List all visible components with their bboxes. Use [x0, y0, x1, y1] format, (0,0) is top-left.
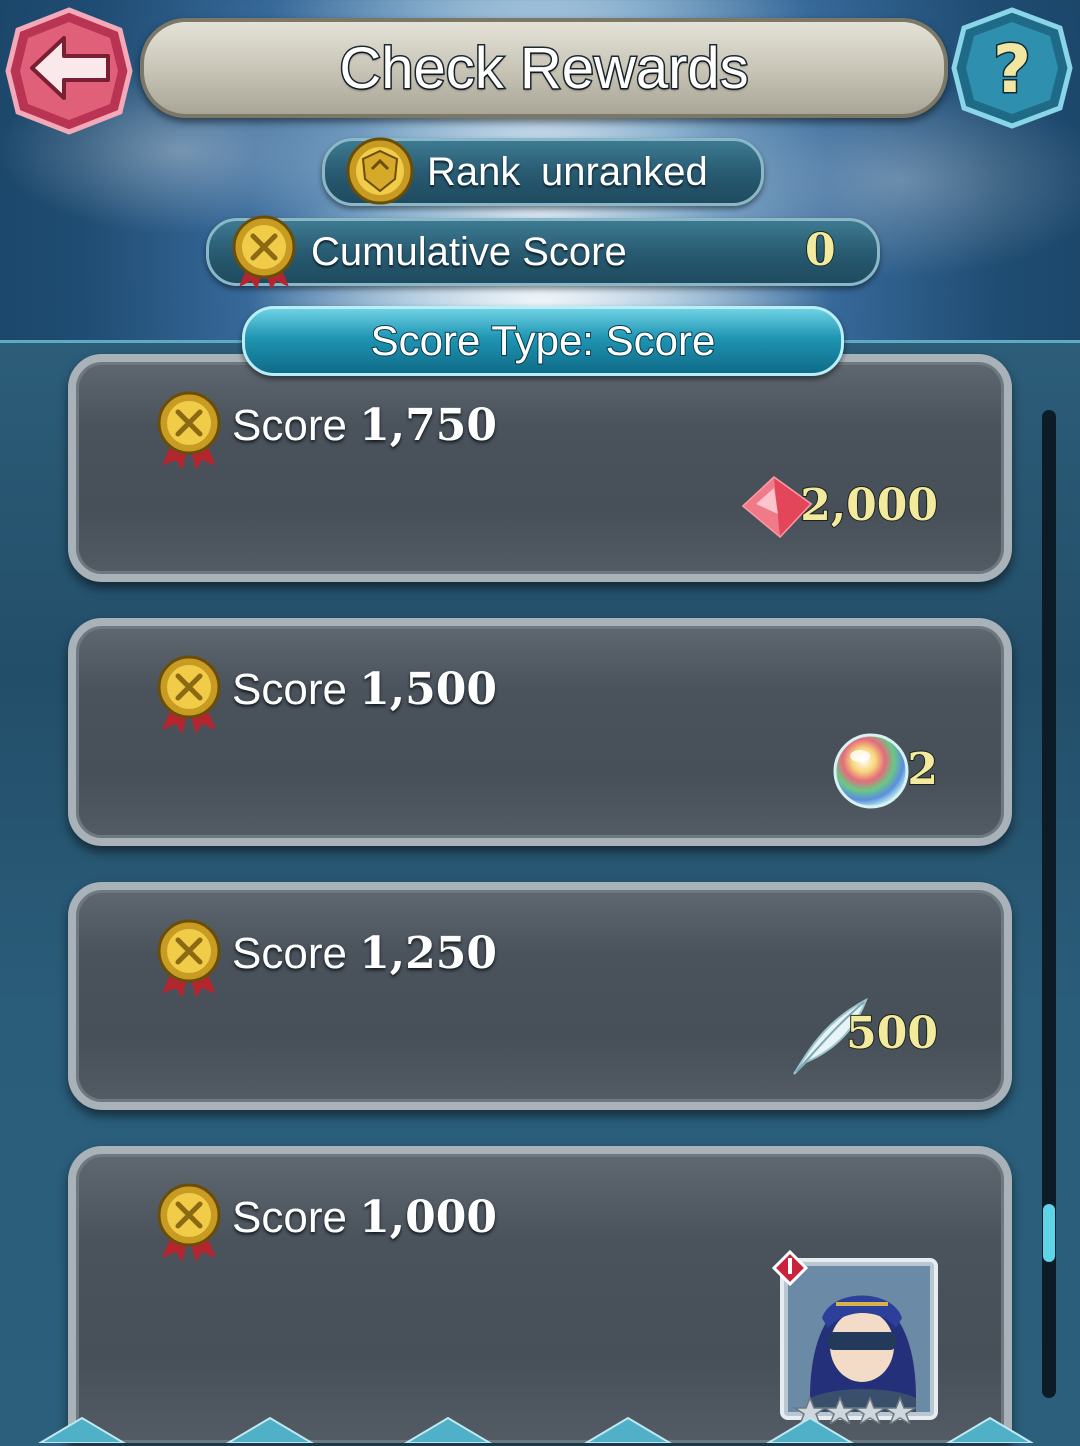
- score-type-label: Score Type: Score: [370, 316, 717, 365]
- score-type-tab[interactable]: Score Type: Score: [242, 306, 844, 376]
- help-button[interactable]: ?: [950, 6, 1074, 130]
- reward-score-label: Score 1,250: [232, 928, 497, 979]
- rank-display: Rank unranked: [322, 137, 764, 206]
- score-medal-icon: [157, 655, 221, 734]
- score-word: Score: [232, 665, 347, 714]
- score-threshold: 1,250: [359, 928, 497, 979]
- scrollbar-thumb[interactable]: [1043, 1204, 1055, 1262]
- hero-portrait-icon[interactable]: [770, 1248, 942, 1424]
- question-mark-icon: ?: [951, 7, 1073, 129]
- cumulative-score-display: Cumulative Score 0: [206, 215, 880, 289]
- score-word: Score: [232, 929, 347, 978]
- score-medal-icon: [157, 1183, 221, 1262]
- reward-quantity: 2: [906, 743, 939, 796]
- back-arrow-icon: [5, 7, 133, 135]
- score-threshold: 1,000: [359, 1192, 497, 1243]
- reward-score-label: Score 1,000: [232, 1192, 497, 1243]
- reward-card: Score 1,750 2,000: [68, 354, 1012, 582]
- score-threshold: 1,500: [359, 664, 497, 715]
- title-bar: Check Rewards: [140, 18, 948, 118]
- rank-shield-icon: [346, 137, 414, 205]
- bottom-nav-edge: [38, 1416, 1034, 1443]
- score-medal-icon: [157, 391, 221, 470]
- cumulative-score-label: Cumulative Score: [311, 230, 627, 274]
- rank-label: Rank: [427, 150, 521, 194]
- reward-quantity: 500: [845, 1007, 939, 1060]
- orb-icon: [833, 733, 909, 809]
- reward-quantity: 2,000: [799, 479, 939, 532]
- score-threshold: 1,750: [359, 400, 497, 451]
- reward-card: Score 1,250 500: [68, 882, 1012, 1110]
- reward-score-label: Score 1,500: [232, 664, 497, 715]
- score-medal-icon: [232, 215, 296, 289]
- score-word: Score: [232, 401, 347, 450]
- svg-text:?: ?: [993, 31, 1031, 108]
- score-medal-icon: [157, 919, 221, 998]
- reward-score-label: Score 1,750: [232, 400, 497, 451]
- score-word: Score: [232, 1193, 347, 1242]
- back-button[interactable]: [4, 6, 134, 136]
- rank-value: unranked: [541, 150, 708, 194]
- cumulative-score-value: 0: [804, 224, 837, 277]
- reward-card: Score 1,000: [68, 1146, 1012, 1443]
- reward-card: Score 1,500 2: [68, 618, 1012, 846]
- page-title: Check Rewards: [338, 34, 750, 102]
